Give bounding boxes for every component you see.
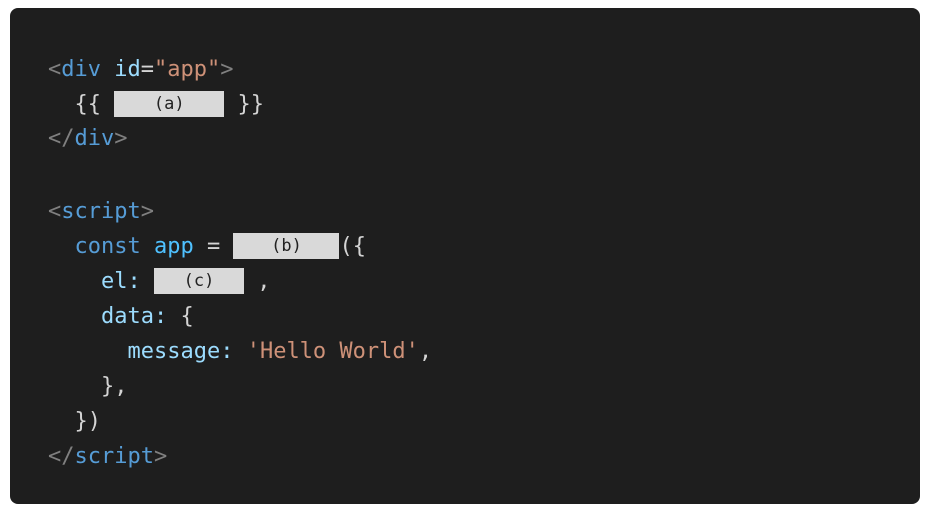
tag-open-bracket: </ — [48, 126, 75, 151]
tag-name-script: script — [61, 199, 141, 224]
blank-b: (b) — [233, 233, 340, 259]
code-line-11: }) — [48, 407, 102, 437]
code-line-3: </div> — [48, 124, 128, 154]
code-line-6: const app = (b)({ — [48, 232, 366, 262]
comma: , — [257, 269, 271, 294]
tag-open-bracket: < — [48, 199, 62, 224]
prop-data: data: — [100, 304, 168, 329]
call-open: ({ — [339, 234, 366, 259]
tag-close-bracket: > — [140, 199, 154, 224]
tag-close-bracket: > — [114, 126, 128, 151]
code-line-7: el: (c) , — [48, 267, 270, 297]
tag-close-bracket: > — [153, 444, 168, 469]
code-line-5: <script> — [48, 197, 154, 227]
code-line-10: }, — [48, 372, 128, 402]
tag-name-script: script — [74, 444, 154, 469]
blank-a: (a) — [114, 91, 225, 117]
call-close: }) — [74, 409, 102, 434]
blank-c: (c) — [153, 268, 244, 294]
tag-open-bracket: < — [48, 57, 62, 82]
equals-sign: = — [140, 57, 154, 82]
equals-sign: = — [206, 234, 221, 259]
mustache-close: }} — [237, 92, 265, 117]
code-line-9: message: 'Hello World', — [48, 337, 432, 367]
mustache-open: {{ — [74, 92, 102, 117]
code-line-2: {{ (a) }} — [48, 90, 264, 120]
comma: , — [418, 339, 433, 364]
prop-el: el: — [100, 269, 141, 294]
code-line-12: </script> — [48, 442, 167, 472]
brace-close: }, — [100, 374, 128, 399]
attr-id: id — [114, 57, 141, 82]
variable-app: app — [153, 234, 194, 259]
tag-name-div: div — [74, 126, 115, 151]
tag-close-bracket: > — [220, 57, 234, 82]
prop-message: message: — [127, 339, 234, 364]
code-line-8: data: { — [48, 302, 194, 332]
tag-name-div: div — [61, 57, 101, 82]
tag-open-bracket: </ — [48, 444, 75, 469]
const-keyword: const — [74, 234, 141, 259]
brace-open: { — [180, 304, 194, 329]
code-line-1: <div id="app"> — [48, 55, 233, 85]
code-panel: <div id="app"> {{ (a) }} </div> <script>… — [10, 8, 920, 504]
attr-value-app: "app" — [154, 57, 221, 82]
string-hello-world: 'Hello World' — [246, 339, 419, 364]
